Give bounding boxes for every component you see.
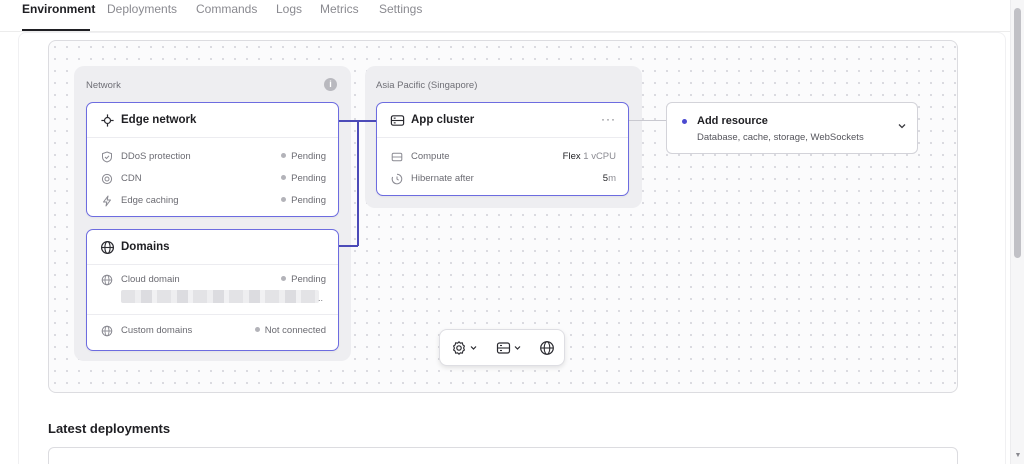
edge-caching-status: Pending (281, 195, 326, 206)
connector-add-resource (629, 120, 667, 121)
hibernate-value: 5m (602, 173, 616, 184)
edge-row-ddos: DDoS protection Pending (87, 150, 338, 166)
ddos-label: DDoS protection (121, 151, 191, 162)
scrollbar-thumb[interactable] (1014, 8, 1021, 258)
add-resource-title: Add resource (697, 115, 768, 127)
latest-deployments-list (48, 447, 958, 464)
app-cluster-card[interactable]: App cluster ··· Compute Flex 1 vCPU Hibe… (376, 102, 629, 196)
app-cluster-header: App cluster ··· (377, 103, 628, 138)
active-tab-indicator (22, 29, 90, 31)
lightning-icon (103, 195, 111, 207)
globe-icon (101, 274, 113, 286)
custom-domains-label: Custom domains (121, 325, 193, 336)
server-icon (391, 152, 403, 162)
globe-icon (101, 325, 113, 337)
server-icon (496, 342, 521, 354)
custom-domains-row[interactable]: Custom domains Not connected (87, 324, 338, 340)
cdn-status: Pending (281, 173, 326, 184)
chevron-down-icon[interactable] (897, 121, 907, 131)
compute-value: Flex 1 vCPU (562, 151, 616, 162)
cloud-domain-truncation: .. (318, 293, 324, 303)
domains-title: Domains (121, 241, 170, 253)
tab-logs[interactable]: Logs (276, 2, 302, 16)
page-scrollbar[interactable]: ▼ (1010, 0, 1024, 464)
settings-icon (453, 341, 477, 355)
shield-icon (102, 151, 112, 163)
hibernate-label: Hibernate after (411, 173, 474, 184)
region-group-label: Asia Pacific (Singapore) (376, 80, 478, 91)
cloud-domain-label: Cloud domain (121, 274, 180, 285)
cloud-domain-status: Pending (281, 274, 326, 285)
scroll-down-arrow[interactable]: ▼ (1014, 452, 1022, 460)
globe-icon (540, 341, 554, 355)
tab-settings[interactable]: Settings (379, 2, 422, 16)
cdn-icon (101, 173, 113, 185)
edge-row-cdn: CDN Pending (87, 172, 338, 188)
edge-network-title: Edge network (121, 114, 197, 126)
ddos-status: Pending (281, 151, 326, 162)
edge-caching-label: Edge caching (121, 195, 179, 206)
latest-deployments-title: Latest deployments (48, 421, 171, 436)
cloud-domain-value-redacted (121, 290, 319, 303)
compute-row: Compute Flex 1 vCPU (377, 150, 628, 166)
edge-row-caching: Edge caching Pending (87, 194, 338, 210)
edge-network-header: Edge network (87, 103, 338, 138)
tab-metrics[interactable]: Metrics (320, 2, 359, 16)
tab-commands[interactable]: Commands (196, 2, 257, 16)
globe-icon (100, 240, 115, 255)
compute-label: Compute (411, 151, 450, 162)
tab-bar: Environment Deployments Commands Logs Me… (0, 0, 1010, 32)
app-cluster-title: App cluster (411, 114, 475, 126)
settings-menu-button[interactable] (452, 340, 484, 356)
info-icon[interactable]: i (324, 78, 337, 91)
custom-domains-status: Not connected (254, 325, 326, 336)
edge-network-icon (101, 114, 114, 127)
hibernate-row: Hibernate after 5m (377, 172, 628, 188)
connector-domains (339, 245, 358, 247)
edge-network-card[interactable]: Edge network DDoS protection Pending CDN… (86, 102, 339, 217)
server-icon (390, 115, 405, 126)
tab-environment[interactable]: Environment (22, 2, 95, 16)
canvas-toolbar (439, 329, 565, 366)
more-options-icon[interactable]: ··· (601, 112, 616, 126)
server-menu-button[interactable] (496, 340, 528, 356)
add-resource-bullet (682, 119, 687, 124)
cdn-label: CDN (121, 173, 142, 184)
timer-icon (391, 173, 403, 185)
domains-divider (87, 314, 338, 315)
tab-deployments[interactable]: Deployments (107, 2, 177, 16)
cloud-domain-row: Cloud domain Pending (87, 273, 338, 289)
domains-header: Domains (87, 230, 338, 265)
add-resource-card[interactable]: Add resource Database, cache, storage, W… (666, 102, 918, 154)
add-resource-subtitle: Database, cache, storage, WebSockets (697, 132, 864, 143)
globe-button[interactable] (539, 340, 555, 356)
network-group-label: Network (86, 80, 121, 91)
connector-vertical (357, 120, 359, 246)
